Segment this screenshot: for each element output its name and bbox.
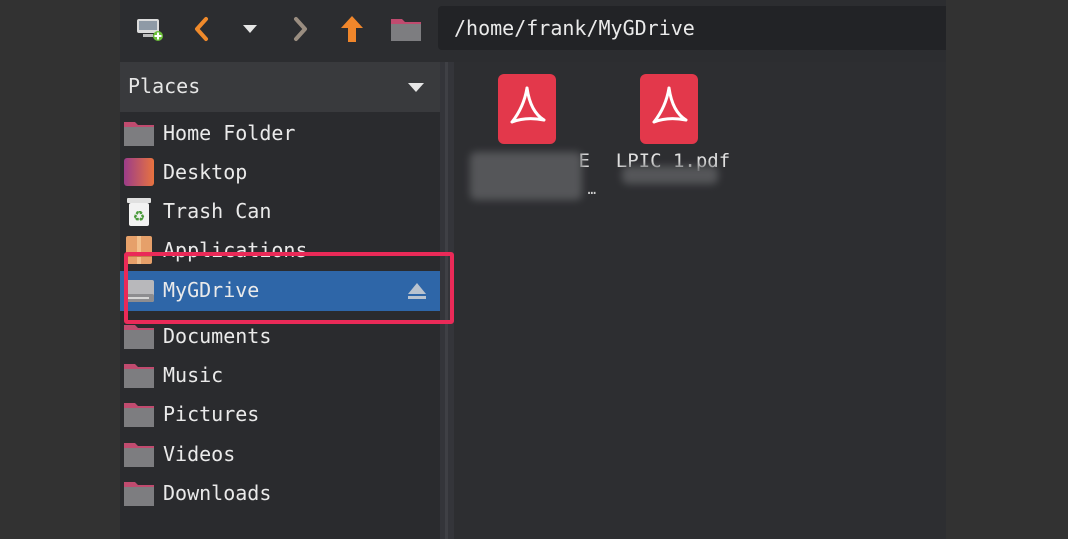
sidebar-item-label: Home Folder	[163, 121, 296, 145]
sidebar-item-label: Applications	[163, 238, 308, 262]
folder-icon	[123, 439, 155, 469]
sidebar-item-documents[interactable]: Documents	[120, 317, 440, 355]
redaction	[622, 166, 718, 184]
sidebar-item-label: Videos	[163, 442, 236, 466]
trash-icon: ♻	[123, 196, 155, 226]
folder-icon	[123, 478, 155, 508]
sidebar-item-desktop[interactable]: Desktop	[120, 153, 440, 191]
folder-icon	[123, 321, 155, 351]
sidebar: Places Home Folder Desktop ♻ Trash Can A…	[120, 62, 440, 539]
sidebar-item-home-folder[interactable]: Home Folder	[120, 114, 440, 152]
file-manager-window: /home/frank/MyGDrive Places Home Folder …	[120, 0, 946, 539]
sidebar-item-downloads[interactable]: Downloads	[120, 474, 440, 512]
sidebar-item-label: Trash Can	[163, 199, 272, 223]
applications-icon	[123, 235, 155, 265]
chevron-down-icon[interactable]	[408, 83, 424, 92]
computer-icon[interactable]	[132, 10, 168, 48]
folder-icon	[123, 399, 155, 429]
pdf-icon	[640, 74, 698, 144]
places-label: Places	[128, 74, 201, 98]
up-icon[interactable]	[334, 10, 370, 48]
sidebar-item-music[interactable]: Music	[120, 356, 440, 394]
sidebar-item-label: MyGDrive	[163, 278, 260, 302]
redaction	[470, 152, 582, 200]
toolbar: /home/frank/MyGDrive	[120, 0, 946, 62]
drive-icon	[123, 275, 155, 305]
file-view: E … LPIC 1.pdf	[454, 62, 946, 539]
sidebar-item-mygdrive[interactable]: MyGDrive	[120, 271, 440, 311]
sidebar-item-label: Music	[163, 363, 224, 387]
sidebar-item-trash-can[interactable]: ♻ Trash Can	[120, 192, 440, 230]
sidebar-item-videos[interactable]: Videos	[120, 435, 440, 473]
sidebar-item-label: Pictures	[163, 402, 260, 426]
pane-divider[interactable]	[440, 62, 454, 539]
sidebar-item-label: Desktop	[163, 160, 248, 184]
sidebar-item-label: Documents	[163, 324, 272, 348]
eject-icon[interactable]	[406, 280, 428, 302]
location-bar[interactable]: /home/frank/MyGDrive	[438, 6, 946, 50]
sidebar-item-pictures[interactable]: Pictures	[120, 395, 440, 433]
places-header[interactable]: Places	[120, 62, 440, 112]
folder-icon[interactable]	[388, 10, 424, 48]
sidebar-item-applications[interactable]: Applications	[120, 231, 440, 269]
svg-text:♻: ♻	[133, 209, 146, 225]
folder-icon	[123, 360, 155, 390]
back-icon[interactable]	[184, 10, 220, 48]
sidebar-item-label: Downloads	[163, 481, 272, 505]
desktop-icon	[123, 157, 155, 187]
forward-icon[interactable]	[282, 10, 318, 48]
pdf-icon	[498, 74, 556, 144]
folder-home-icon	[123, 118, 155, 148]
history-dropdown-icon[interactable]	[232, 10, 268, 48]
